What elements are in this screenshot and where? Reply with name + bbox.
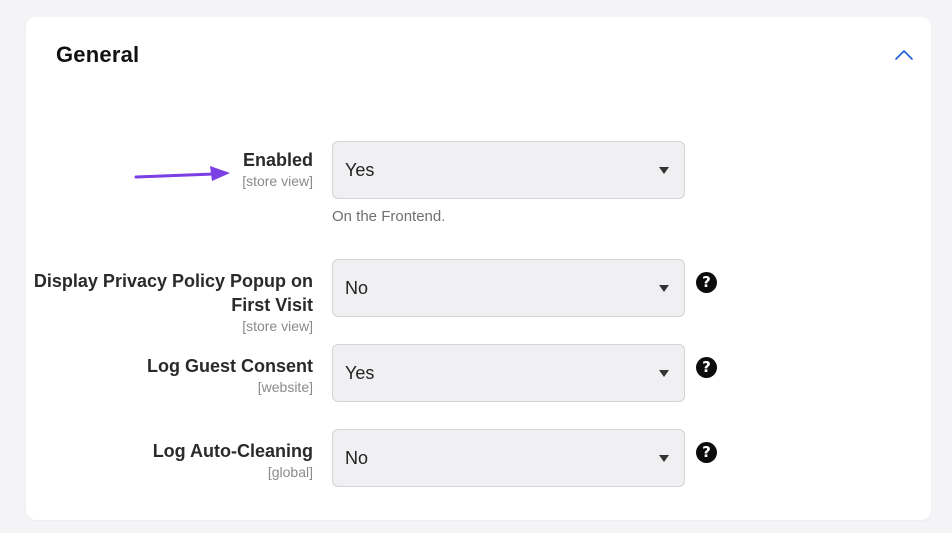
log-guest-consent-label-group: Log Guest Consent [website] bbox=[23, 354, 313, 396]
question-circle-icon[interactable]: ? bbox=[696, 272, 717, 293]
caret-down-icon bbox=[659, 167, 669, 174]
enabled-label: Enabled bbox=[242, 150, 313, 170]
enabled-scope: [store view] bbox=[242, 173, 313, 189]
log-guest-consent-select-value: Yes bbox=[345, 363, 375, 383]
caret-down-icon bbox=[659, 455, 669, 462]
caret-down-icon bbox=[659, 370, 669, 377]
question-circle-icon[interactable]: ? bbox=[696, 357, 717, 378]
log-guest-consent-select[interactable]: Yes bbox=[332, 344, 685, 402]
log-auto-cleaning-select-value: No bbox=[345, 448, 369, 468]
enabled-select[interactable]: Yes bbox=[332, 141, 685, 199]
log-guest-consent-scope: [website] bbox=[257, 379, 313, 395]
question-circle-icon[interactable]: ? bbox=[696, 442, 717, 463]
log-auto-cleaning-select[interactable]: No bbox=[332, 429, 685, 487]
privacy-popup-label-line2: First Visit bbox=[231, 295, 313, 315]
section-title: General bbox=[56, 42, 140, 67]
log-guest-consent-label: Log Guest Consent bbox=[147, 356, 313, 376]
log-auto-cleaning-label: Log Auto-Cleaning bbox=[152, 441, 313, 461]
log-auto-cleaning-scope: [global] bbox=[267, 464, 313, 480]
privacy-popup-select-value: No bbox=[345, 278, 369, 298]
log-auto-cleaning-label-group: Log Auto-Cleaning [global] bbox=[23, 439, 313, 481]
collapse-section-button[interactable] bbox=[892, 43, 916, 67]
privacy-popup-select[interactable]: No bbox=[332, 259, 685, 317]
chevron-up-icon bbox=[895, 50, 913, 60]
enabled-select-value: Yes bbox=[345, 160, 375, 180]
privacy-popup-scope: [store view] bbox=[242, 318, 313, 334]
privacy-popup-label-group: Display Privacy Policy Popup on First Vi… bbox=[23, 269, 313, 335]
enabled-note: On the Frontend. bbox=[332, 208, 446, 225]
enabled-label-group: Enabled [store view] bbox=[23, 148, 313, 190]
privacy-popup-label-line1: Display Privacy Policy Popup on bbox=[33, 271, 313, 291]
caret-down-icon bbox=[659, 285, 669, 292]
general-section-panel: General Enabled [store view] Yes On the … bbox=[26, 17, 931, 520]
